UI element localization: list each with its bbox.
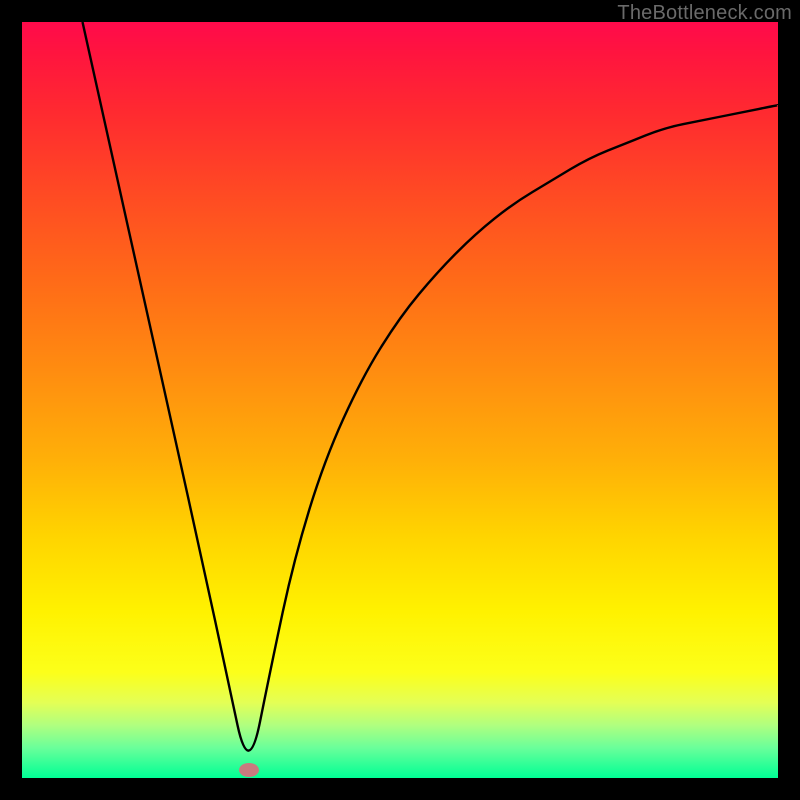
plot-area	[22, 22, 778, 778]
chart-svg	[22, 22, 778, 778]
optimal-point-marker	[239, 763, 259, 777]
bottleneck-curve-path	[83, 22, 779, 751]
